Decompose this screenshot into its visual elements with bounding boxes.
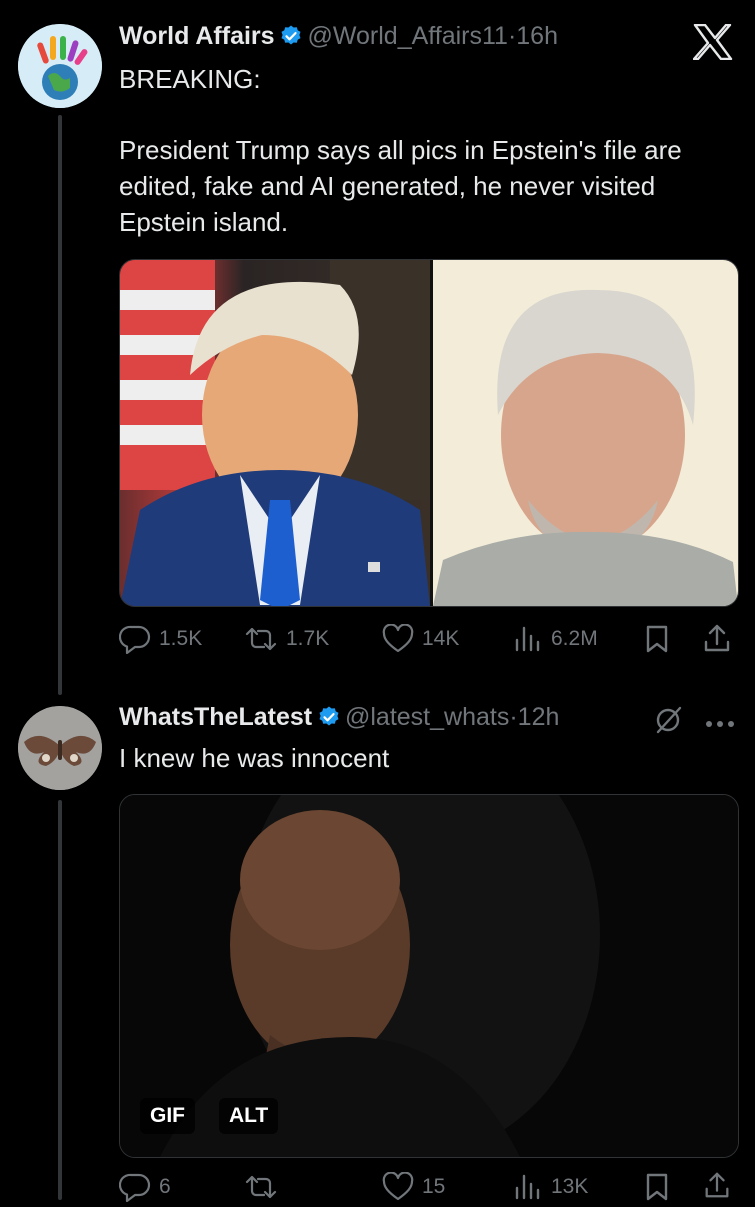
- thread-line: [58, 115, 62, 695]
- tweet-text: President Trump says all pics in Epstein…: [119, 135, 682, 237]
- verified-badge-icon: [279, 24, 303, 53]
- views-icon: [515, 626, 540, 652]
- repost-count: 1.7K: [286, 627, 330, 650]
- globe-hands-icon: [18, 24, 102, 108]
- reply-count: 6: [159, 1175, 171, 1198]
- like-button[interactable]: 14K: [382, 624, 459, 654]
- reply-button[interactable]: 1.5K: [119, 624, 202, 654]
- photo-right[interactable]: [433, 260, 738, 606]
- alt-badge[interactable]: ALT: [219, 1098, 279, 1134]
- bookmark-button[interactable]: [644, 1172, 670, 1207]
- more-icon[interactable]: [705, 716, 735, 734]
- share-button[interactable]: [702, 622, 732, 659]
- tweet-media[interactable]: [119, 259, 739, 607]
- tweet-text: I knew he was innocent: [119, 743, 390, 773]
- repost-button[interactable]: [244, 1172, 286, 1202]
- tweet-header: WhatsTheLatest @latest_whats·12h: [119, 703, 559, 734]
- author-name[interactable]: WhatsTheLatest: [119, 703, 312, 731]
- views-button[interactable]: 6.2M: [513, 624, 598, 654]
- reply-icon: [119, 1173, 151, 1202]
- reply-count: 1.5K: [159, 627, 203, 650]
- gif-frame-image: [120, 795, 738, 1157]
- like-button[interactable]: 15: [382, 1172, 445, 1202]
- timestamp[interactable]: ·16h: [508, 22, 558, 50]
- moth-icon: [18, 706, 102, 790]
- avatar[interactable]: [18, 24, 102, 108]
- photo-left[interactable]: [120, 260, 430, 606]
- bookmark-button[interactable]: [644, 624, 670, 659]
- author-handle[interactable]: @latest_whats: [345, 703, 509, 731]
- tweet-header: World Affairs @World_Affairs11·16h: [119, 22, 558, 53]
- like-icon: [382, 624, 414, 653]
- avatar[interactable]: [18, 706, 102, 790]
- author-handle[interactable]: @World_Affairs11: [307, 22, 507, 50]
- repost-icon: [245, 1175, 277, 1199]
- views-icon: [515, 1174, 540, 1200]
- repost-icon: [245, 627, 277, 651]
- views-button[interactable]: 13K: [513, 1172, 588, 1202]
- grok-icon[interactable]: [654, 706, 684, 739]
- tweet-gif[interactable]: GIF ALT: [119, 794, 739, 1158]
- like-icon: [382, 1172, 414, 1201]
- gif-badge: GIF: [140, 1098, 195, 1134]
- reply-icon: [119, 625, 151, 654]
- views-count: 6.2M: [551, 627, 598, 650]
- author-name[interactable]: World Affairs: [119, 22, 275, 50]
- tweet-headline: BREAKING:: [119, 64, 261, 94]
- thread-line: [58, 800, 62, 1200]
- timestamp[interactable]: ·12h: [509, 703, 559, 731]
- bookmark-icon: [646, 625, 668, 653]
- verified-badge-icon: [317, 705, 341, 734]
- share-icon: [705, 1172, 729, 1198]
- repost-button[interactable]: 1.7K: [244, 624, 329, 654]
- bookmark-icon: [646, 1173, 668, 1201]
- mugshot-image: [433, 289, 738, 606]
- share-icon: [704, 624, 730, 652]
- like-count: 14K: [422, 627, 460, 650]
- views-count: 13K: [551, 1175, 589, 1198]
- like-count: 15: [422, 1175, 446, 1198]
- reply-button[interactable]: 6: [119, 1172, 171, 1202]
- portrait-suit-image: [120, 260, 430, 606]
- x-logo-icon[interactable]: [692, 23, 733, 65]
